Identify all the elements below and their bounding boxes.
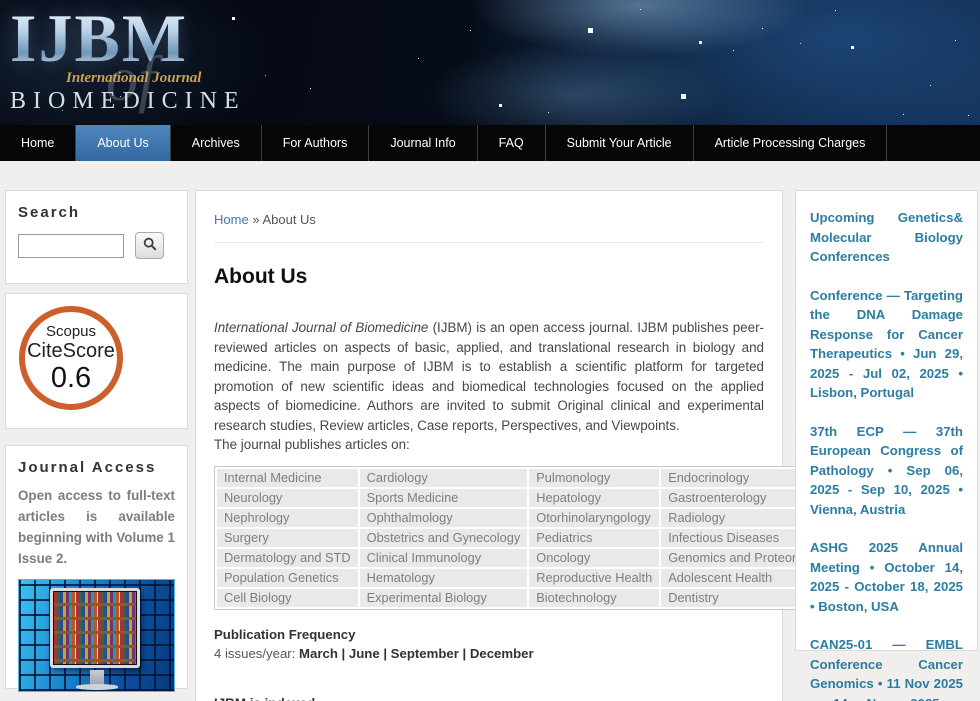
content-area: Search Scopus CiteScore 0.6 bbox=[0, 161, 980, 701]
main-content-panel: Home » About Us About Us International J… bbox=[195, 190, 783, 701]
table-cell: Dermatology and STD bbox=[217, 549, 358, 567]
table-cell: Obstetrics and Gynecology bbox=[360, 529, 528, 547]
magnifier-icon bbox=[143, 237, 157, 254]
page-title: About Us bbox=[214, 265, 764, 289]
citescore-label-citescore: CiteScore bbox=[27, 340, 115, 363]
logo-subtitle: International Journal bbox=[66, 70, 201, 87]
conference-list-heading[interactable]: Upcoming Genetics& Molecular Biology Con… bbox=[810, 208, 963, 267]
table-cell: Cell Biology bbox=[217, 589, 358, 607]
table-cell: Biotechnology bbox=[529, 589, 659, 607]
conference-item[interactable]: CAN25-01 — EMBL Conference Cancer Genomi… bbox=[810, 635, 963, 701]
breadcrumb-divider bbox=[214, 242, 764, 243]
table-row: Internal Medicine Cardiology Pulmonology… bbox=[217, 469, 825, 487]
intro-text: (IJBM) is an open access journal. IJBM p… bbox=[214, 320, 764, 433]
breadcrumb-home-link[interactable]: Home bbox=[214, 212, 249, 227]
nav-item-submit-article[interactable]: Submit Your Article bbox=[546, 125, 694, 161]
nav-item-about-us[interactable]: About Us bbox=[76, 125, 170, 161]
nav-item-archives[interactable]: Archives bbox=[171, 125, 262, 161]
search-heading: Search bbox=[18, 204, 175, 221]
conference-item[interactable]: 37th ECP — 37th European Congress of Pat… bbox=[810, 422, 963, 520]
table-row: Cell Biology Experimental Biology Biotec… bbox=[217, 589, 825, 607]
intro-paragraph: International Journal of Biomedicine (IJ… bbox=[214, 318, 764, 435]
conference-item[interactable]: Conference — Targeting the DNA Damage Re… bbox=[810, 286, 963, 403]
journal-logo[interactable]: IJBM of International Journal BIOMEDICIN… bbox=[10, 4, 270, 122]
scopus-citescore-badge: Scopus CiteScore 0.6 bbox=[19, 306, 123, 410]
journal-access-panel: Journal Access Open access to full-text … bbox=[5, 445, 188, 689]
breadcrumb-current: About Us bbox=[262, 212, 315, 227]
pub-freq-prefix: 4 issues/year: bbox=[214, 646, 299, 661]
table-cell: Clinical Immunology bbox=[360, 549, 528, 567]
table-row: Nephrology Ophthalmology Otorhinolaryngo… bbox=[217, 509, 825, 527]
table-row: Surgery Obstetrics and Gynecology Pediat… bbox=[217, 529, 825, 547]
citescore-value: 0.6 bbox=[51, 363, 91, 394]
search-panel: Search bbox=[5, 190, 188, 284]
conference-item[interactable]: ASHG 2025 Annual Meeting • October 14, 2… bbox=[810, 538, 963, 616]
nav-item-home[interactable]: Home bbox=[0, 125, 76, 161]
main-nav: Home About Us Archives For Authors Journ… bbox=[0, 125, 980, 161]
publishes-line: The journal publishes articles on: bbox=[214, 435, 764, 455]
table-cell: Hematology bbox=[360, 569, 528, 587]
table-row: Dermatology and STD Clinical Immunology … bbox=[217, 549, 825, 567]
logo-title: BIOMEDICINE bbox=[10, 88, 246, 115]
nav-item-for-authors[interactable]: For Authors bbox=[262, 125, 370, 161]
table-cell: Pulmonology bbox=[529, 469, 659, 487]
indexed-label: IJBM is indexed: bbox=[214, 696, 764, 701]
table-cell: Neurology bbox=[217, 489, 358, 507]
nav-item-faq[interactable]: FAQ bbox=[478, 125, 546, 161]
table-cell: Surgery bbox=[217, 529, 358, 547]
monitor-graphic bbox=[50, 588, 140, 668]
table-cell: Internal Medicine bbox=[217, 469, 358, 487]
table-cell: Reproductive Health bbox=[529, 569, 659, 587]
citescore-panel: Scopus CiteScore 0.6 bbox=[5, 293, 188, 429]
breadcrumb: Home » About Us bbox=[214, 212, 764, 227]
table-cell: Oncology bbox=[529, 549, 659, 567]
table-cell: Population Genetics bbox=[217, 569, 358, 587]
bookshelf-screen-graphic bbox=[54, 592, 136, 664]
table-row: Population Genetics Hematology Reproduct… bbox=[217, 569, 825, 587]
table-cell: Hepatology bbox=[529, 489, 659, 507]
table-cell: Otorhinolaryngology bbox=[529, 509, 659, 527]
publication-frequency: Publication Frequency 4 issues/year: Mar… bbox=[214, 627, 764, 661]
table-cell: Cardiology bbox=[360, 469, 528, 487]
publication-frequency-line: 4 issues/year: March | June | September … bbox=[214, 646, 764, 661]
search-button[interactable] bbox=[135, 232, 164, 259]
nav-item-journal-info[interactable]: Journal Info bbox=[369, 125, 477, 161]
table-cell: Sports Medicine bbox=[360, 489, 528, 507]
pub-freq-months: March | June | September | December bbox=[299, 646, 534, 661]
table-cell: Ophthalmology bbox=[360, 509, 528, 527]
journal-name-italic: International Journal of Biomedicine bbox=[214, 320, 428, 335]
specialties-table: Internal Medicine Cardiology Pulmonology… bbox=[214, 466, 828, 610]
breadcrumb-separator: » bbox=[252, 212, 259, 227]
conferences-panel: Upcoming Genetics& Molecular Biology Con… bbox=[795, 190, 978, 651]
table-cell: Experimental Biology bbox=[360, 589, 528, 607]
table-cell: Pediatrics bbox=[529, 529, 659, 547]
citescore-label-scopus: Scopus bbox=[46, 323, 96, 340]
publication-frequency-heading: Publication Frequency bbox=[214, 627, 764, 642]
site-header: IJBM of International Journal BIOMEDICIN… bbox=[0, 0, 980, 125]
monitor-base-graphic bbox=[76, 684, 118, 690]
library-monitor-image bbox=[18, 579, 175, 692]
starfield-decoration bbox=[0, 0, 1, 1]
table-row: Neurology Sports Medicine Hepatology Gas… bbox=[217, 489, 825, 507]
journal-access-text: Open access to full-text articles is ava… bbox=[18, 485, 175, 569]
nav-item-processing-charges[interactable]: Article Processing Charges bbox=[694, 125, 888, 161]
table-cell: Nephrology bbox=[217, 509, 358, 527]
page: IJBM of International Journal BIOMEDICIN… bbox=[0, 0, 980, 701]
search-input[interactable] bbox=[18, 234, 124, 258]
journal-access-heading: Journal Access bbox=[18, 459, 175, 476]
